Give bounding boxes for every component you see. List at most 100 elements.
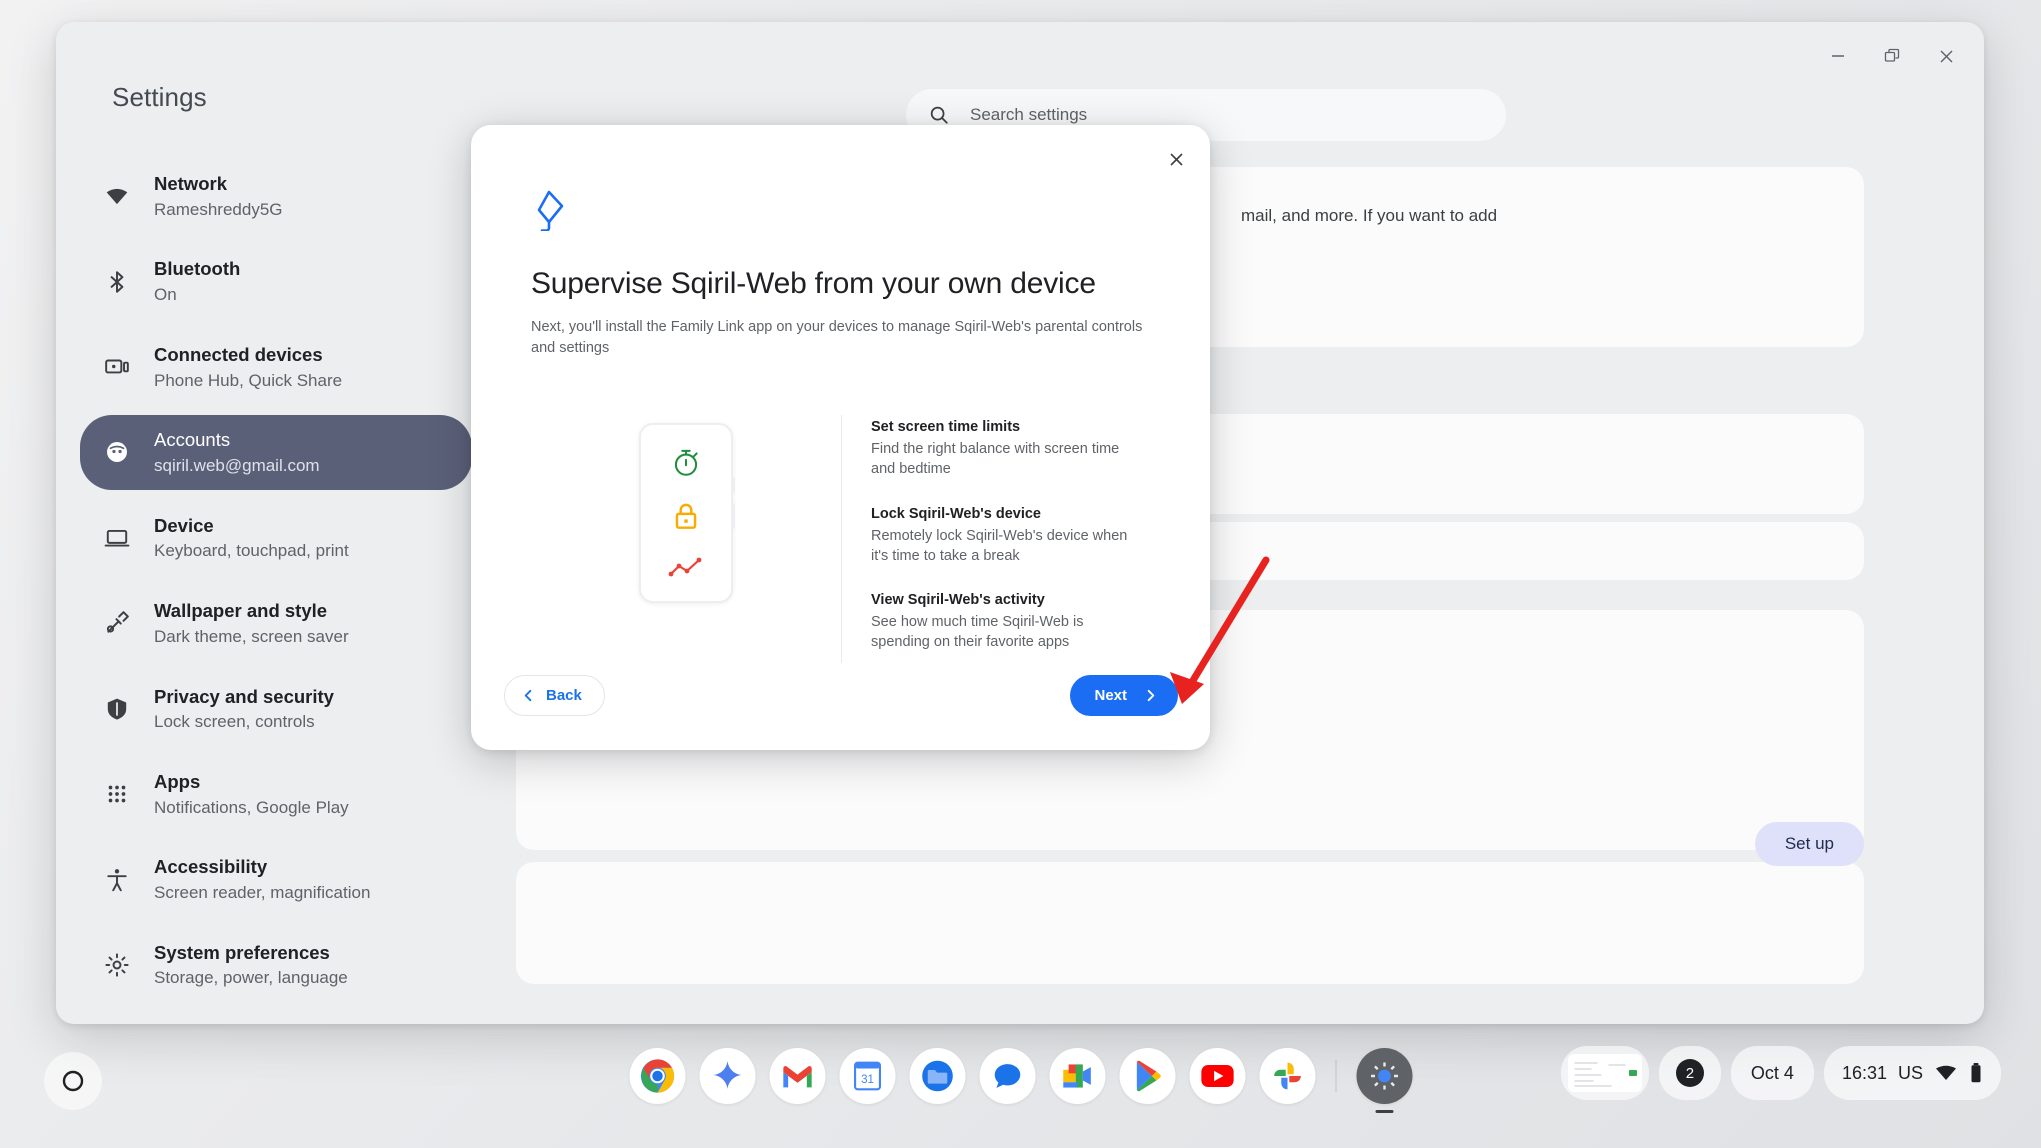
sidebar-nav: Network Rameshreddy5G Bluetooth On Connected… (56, 159, 496, 1002)
wifi-icon (1934, 1064, 1958, 1082)
tray-time: 16:31 (1841, 1062, 1887, 1083)
sidebar-item-system-preferences[interactable]: System preferences Storage, power, langua… (80, 928, 472, 1002)
close-button[interactable] (1926, 36, 1966, 76)
files-icon[interactable] (909, 1048, 965, 1104)
calendar-icon[interactable]: 31 (839, 1048, 895, 1104)
bluetooth-icon (102, 267, 132, 297)
family-link-icon (531, 189, 1150, 231)
line-chart-icon (667, 553, 705, 581)
sidebar-item-label: Wallpaper and style (154, 600, 328, 622)
youtube-icon[interactable] (1189, 1048, 1245, 1104)
sidebar-item-sublabel: On (154, 285, 177, 305)
feature-title: View Sqiril-Web's activity (871, 592, 1045, 609)
feature-title: Lock Sqiril-Web's device (871, 505, 1041, 522)
sidebar-item-accounts[interactable]: Accounts sqiril.web@gmail.com (80, 415, 472, 490)
chevron-left-icon (521, 688, 536, 703)
account-icon (102, 437, 132, 467)
dialog-close-button[interactable] (1156, 139, 1196, 179)
phone-frame (639, 423, 735, 604)
phone-illustration (531, 415, 841, 604)
sidebar-item-label: Network (154, 173, 227, 194)
svg-text:31: 31 (861, 1074, 874, 1086)
search-placeholder: Search settings (970, 105, 1088, 124)
sidebar-item-sublabel: Screen reader, magnification (154, 883, 371, 903)
restore-icon (1883, 47, 1901, 65)
sidebar-item-label: Bluetooth (154, 258, 241, 280)
background-card-text: mail, and more. If you want to add (1241, 206, 1498, 225)
close-icon (1937, 47, 1956, 66)
launcher-button[interactable] (44, 1052, 102, 1110)
sidebar-item-label: System preferences (154, 941, 330, 963)
gmail-icon[interactable] (769, 1048, 825, 1104)
sidebar-item-sublabel: Dark theme, screen saver (154, 626, 349, 646)
tray-locale: US (1897, 1062, 1923, 1083)
shield-icon (102, 694, 132, 724)
battery-icon (1969, 1062, 1983, 1084)
accessibility-icon (102, 865, 132, 895)
quick-settings-button[interactable]: 16:31 US (1823, 1046, 2001, 1100)
feature-item: Set screen time limits Find the right bal… (871, 419, 1150, 480)
chrome-icon[interactable] (629, 1048, 685, 1104)
sidebar-item-accessibility[interactable]: Accessibility Screen reader, magnificatio… (80, 842, 472, 916)
sidebar-item-device[interactable]: Device Keyboard, touchpad, print (80, 501, 472, 575)
laptop-icon (102, 523, 132, 553)
feature-item: Lock Sqiril-Web's device Remotely lock Sq… (871, 506, 1150, 567)
search-icon (928, 104, 950, 126)
notification-tray-button[interactable]: 2 (1658, 1046, 1721, 1100)
back-button[interactable]: Back (504, 674, 605, 716)
sidebar-item-bluetooth[interactable]: Bluetooth On (80, 244, 472, 318)
setup-button[interactable]: Set up (1754, 822, 1864, 866)
sidebar-item-sublabel: Lock screen, controls (154, 712, 315, 732)
restore-button[interactable] (1872, 36, 1912, 76)
dialog-footer: Back Next (471, 640, 1210, 750)
meet-icon[interactable] (1049, 1048, 1105, 1104)
play-store-icon[interactable] (1119, 1048, 1175, 1104)
settings-sidebar: Settings Network Rameshreddy5G Bluetooth On… (56, 22, 496, 1024)
dialog-body: Supervise Sqiril-Web from your own devic… (471, 125, 1210, 664)
background-card-row-4 (516, 862, 1864, 984)
sidebar-item-label: Device (154, 514, 214, 536)
wifi-icon (102, 181, 132, 211)
lock-icon (669, 499, 703, 533)
gemini-icon[interactable] (699, 1048, 755, 1104)
sidebar-item-label: Accessibility (154, 856, 268, 878)
minimize-button[interactable] (1818, 36, 1858, 76)
window-controls (1818, 36, 1966, 76)
chevron-right-icon (1143, 688, 1158, 703)
launcher-circle-icon (60, 1068, 86, 1094)
devices-icon (102, 352, 132, 382)
sidebar-item-label: Apps (154, 770, 201, 792)
messages-icon[interactable] (979, 1048, 1035, 1104)
next-button-label: Next (1094, 686, 1127, 704)
window-preview-icon[interactable] (1560, 1046, 1649, 1100)
sidebar-item-apps[interactable]: Apps Notifications, Google Play (80, 757, 472, 831)
page-title: Settings (112, 82, 207, 112)
dialog-subtitle: Next, you'll install the Family Link app… (531, 319, 1143, 357)
sidebar-item-network[interactable]: Network Rameshreddy5G (80, 159, 472, 233)
gear-icon (102, 950, 132, 980)
supervision-dialog: Supervise Sqiril-Web from your own devic… (471, 125, 1210, 750)
close-icon (1167, 150, 1186, 169)
photos-icon[interactable] (1259, 1048, 1315, 1104)
stopwatch-icon (669, 445, 703, 479)
sidebar-item-wallpaper-and-style[interactable]: Wallpaper and style Dark theme, screen sa… (80, 586, 472, 660)
feature-description: Find the right balance with screen time … (871, 441, 1120, 477)
sidebar-item-label: Accounts (154, 429, 231, 451)
next-button[interactable]: Next (1070, 674, 1178, 716)
sidebar-item-privacy-and-security[interactable]: Privacy and security Lock screen, control… (80, 672, 472, 746)
sidebar-item-sublabel: sqiril.web@gmail.com (154, 455, 320, 475)
feature-description: Remotely lock Sqiril-Web's device when i… (871, 527, 1128, 564)
sidebar-item-connected-devices[interactable]: Connected devices Phone Hub, Quick Share (80, 330, 472, 404)
sidebar-item-label: Privacy and security (154, 685, 334, 707)
settings-window: Settings Network Rameshreddy5G Bluetooth On… (56, 22, 1984, 1024)
tray-date: Oct 4 (1750, 1062, 1794, 1083)
system-tray-button[interactable]: Oct 4 (1730, 1046, 1814, 1100)
shelf-divider (1335, 1060, 1336, 1092)
settings-icon[interactable] (1356, 1048, 1412, 1104)
status-tray: 2 Oct 4 16:31 US (1560, 1046, 2001, 1100)
dialog-content: Set screen time limits Find the right bal… (531, 415, 1150, 664)
sidebar-item-label: Connected devices (154, 343, 323, 365)
sidebar-item-sublabel: Rameshreddy5G (154, 199, 283, 219)
shelf: 31 2 Oct 4 16:31 US (0, 1024, 2041, 1148)
brush-icon (102, 608, 132, 638)
